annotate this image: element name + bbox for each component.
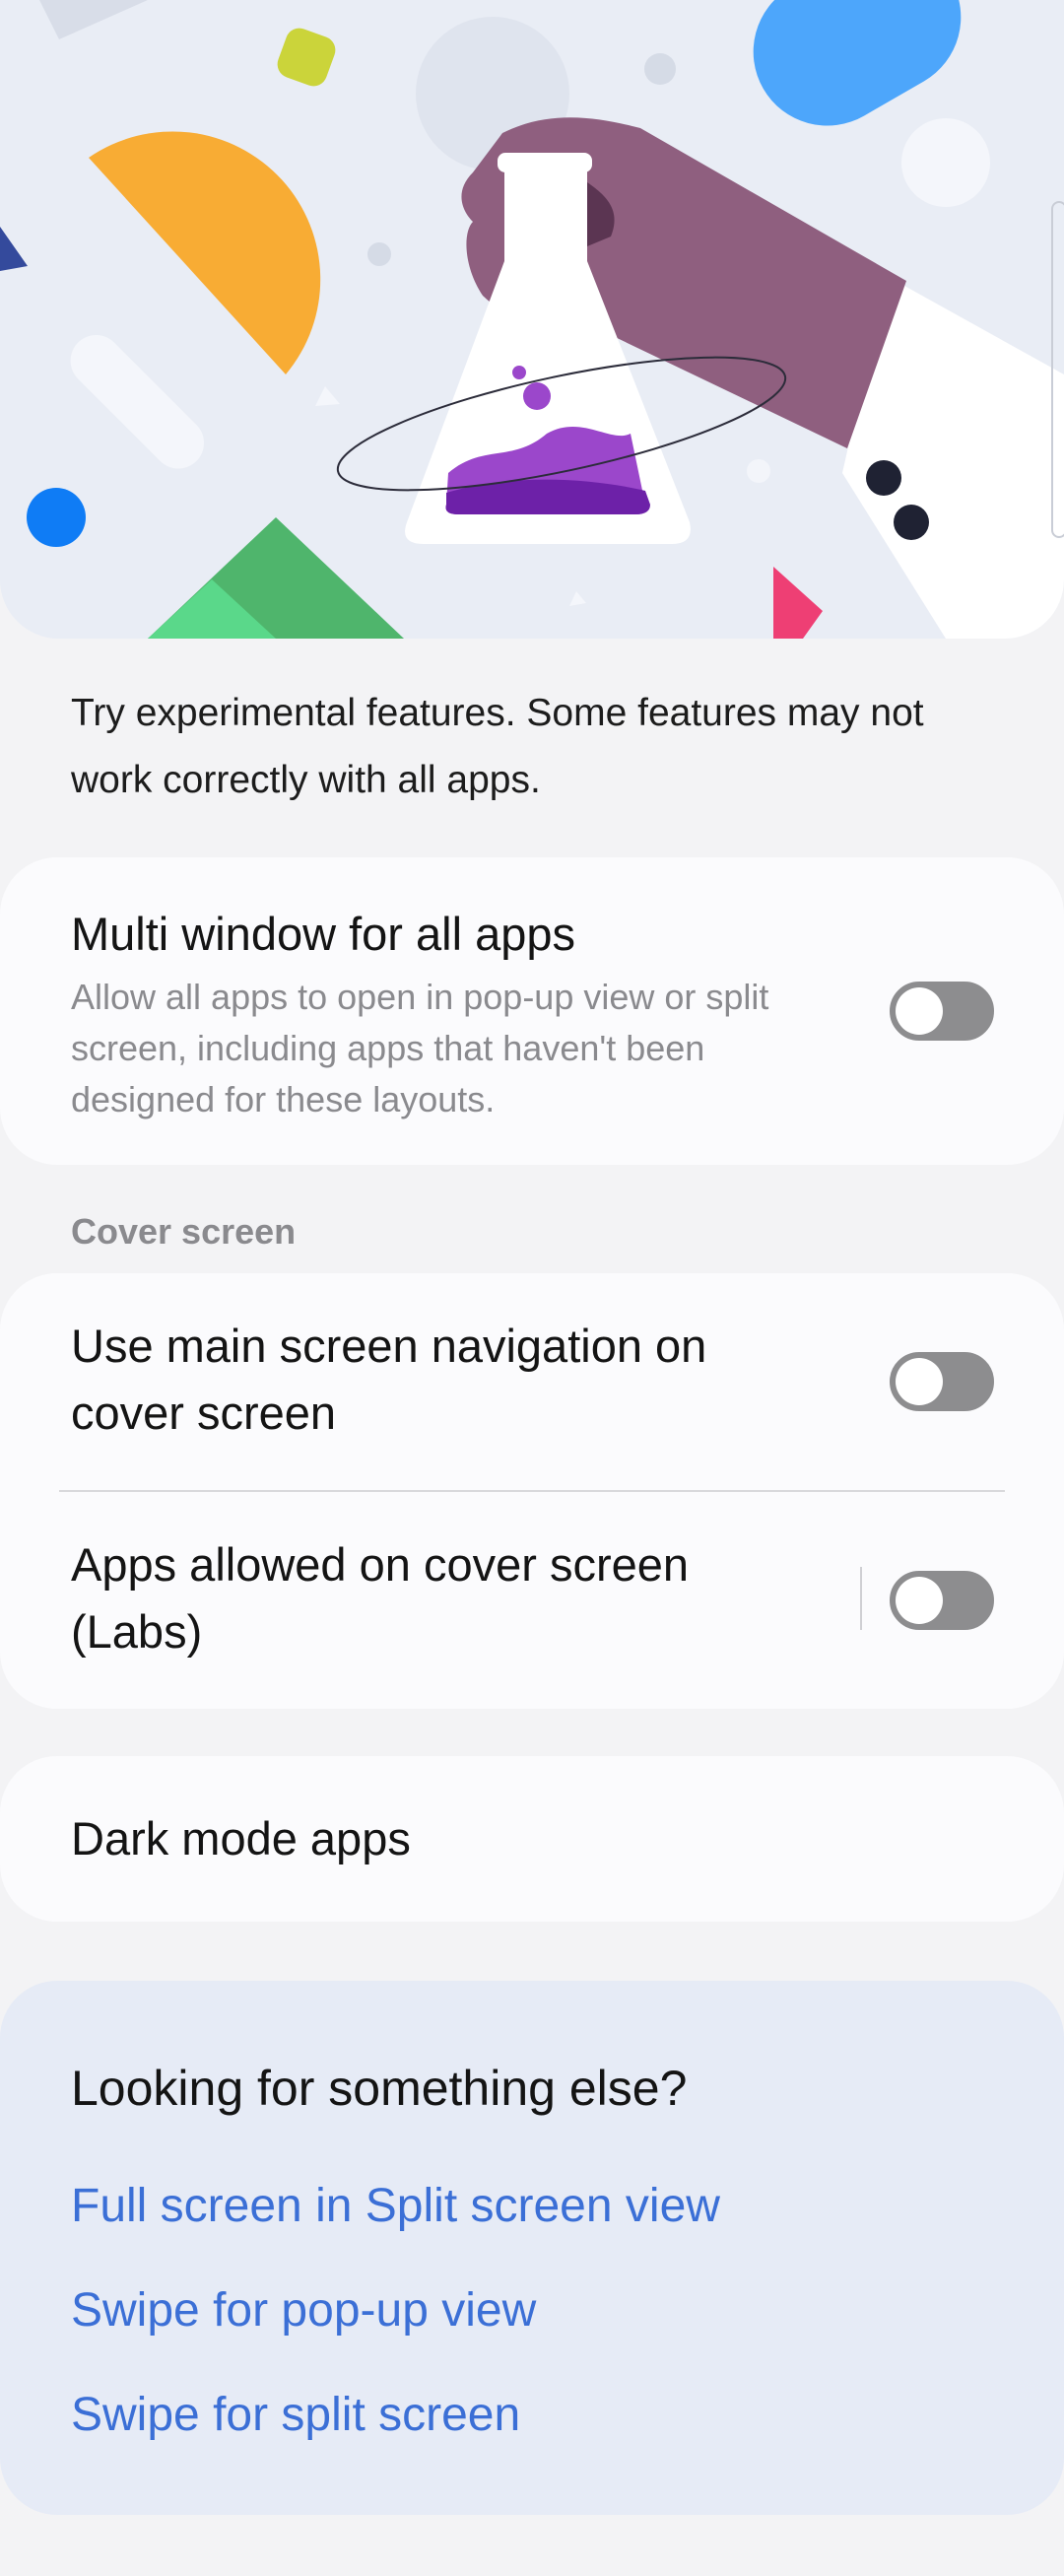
dark-mode-apps-row[interactable]: Dark mode apps [71,1805,411,1872]
cover-navigation-row[interactable]: Use main screen navigation on cover scre… [71,1313,820,1447]
cover-apps-allowed-title: Apps allowed on cover screen (Labs) [71,1538,690,1658]
dark-mode-apps-title: Dark mode apps [71,1812,411,1864]
link-swipe-split-screen[interactable]: Swipe for split screen [71,2381,520,2450]
intro-description: Try experimental features. Some features… [71,692,924,801]
link-full-screen-split-view[interactable]: Full screen in Split screen view [71,2172,720,2241]
cover-apps-allowed-toggle[interactable] [890,1571,994,1630]
labs-settings-page: Try experimental features. Some features… [0,0,1064,2576]
suggestions-title: Looking for something else? [71,2061,688,2116]
hero-illustration [0,0,1064,639]
cover-navigation-title: Use main screen navigation on cover scre… [71,1320,707,1439]
suggestions-card: Looking for something else? Full screen … [0,1981,1064,2515]
multi-window-title: Multi window for all apps [71,908,575,960]
multi-window-row[interactable]: Multi window for all apps Allow all apps… [71,901,800,1125]
flask-illustration [0,0,1064,639]
cover-apps-allowed-row[interactable]: Apps allowed on cover screen (Labs) [71,1531,820,1665]
multi-window-toggle[interactable] [890,982,994,1041]
dark-mode-apps-card[interactable]: Dark mode apps [0,1756,1064,1922]
cover-navigation-toggle[interactable] [890,1352,994,1411]
cover-screen-card: Use main screen navigation on cover scre… [0,1273,1064,1709]
multi-window-subtitle: Allow all apps to open in pop-up view or… [71,977,769,1119]
toggle-knob [896,1358,943,1405]
toggle-knob [896,1577,943,1624]
link-swipe-popup-view[interactable]: Swipe for pop-up view [71,2276,536,2345]
divider [59,1490,1005,1492]
multi-window-card[interactable]: Multi window for all apps Allow all apps… [0,857,1064,1165]
vertical-separator [860,1567,862,1630]
toggle-knob [896,987,943,1035]
section-label-cover-screen: Cover screen [71,1211,297,1252]
